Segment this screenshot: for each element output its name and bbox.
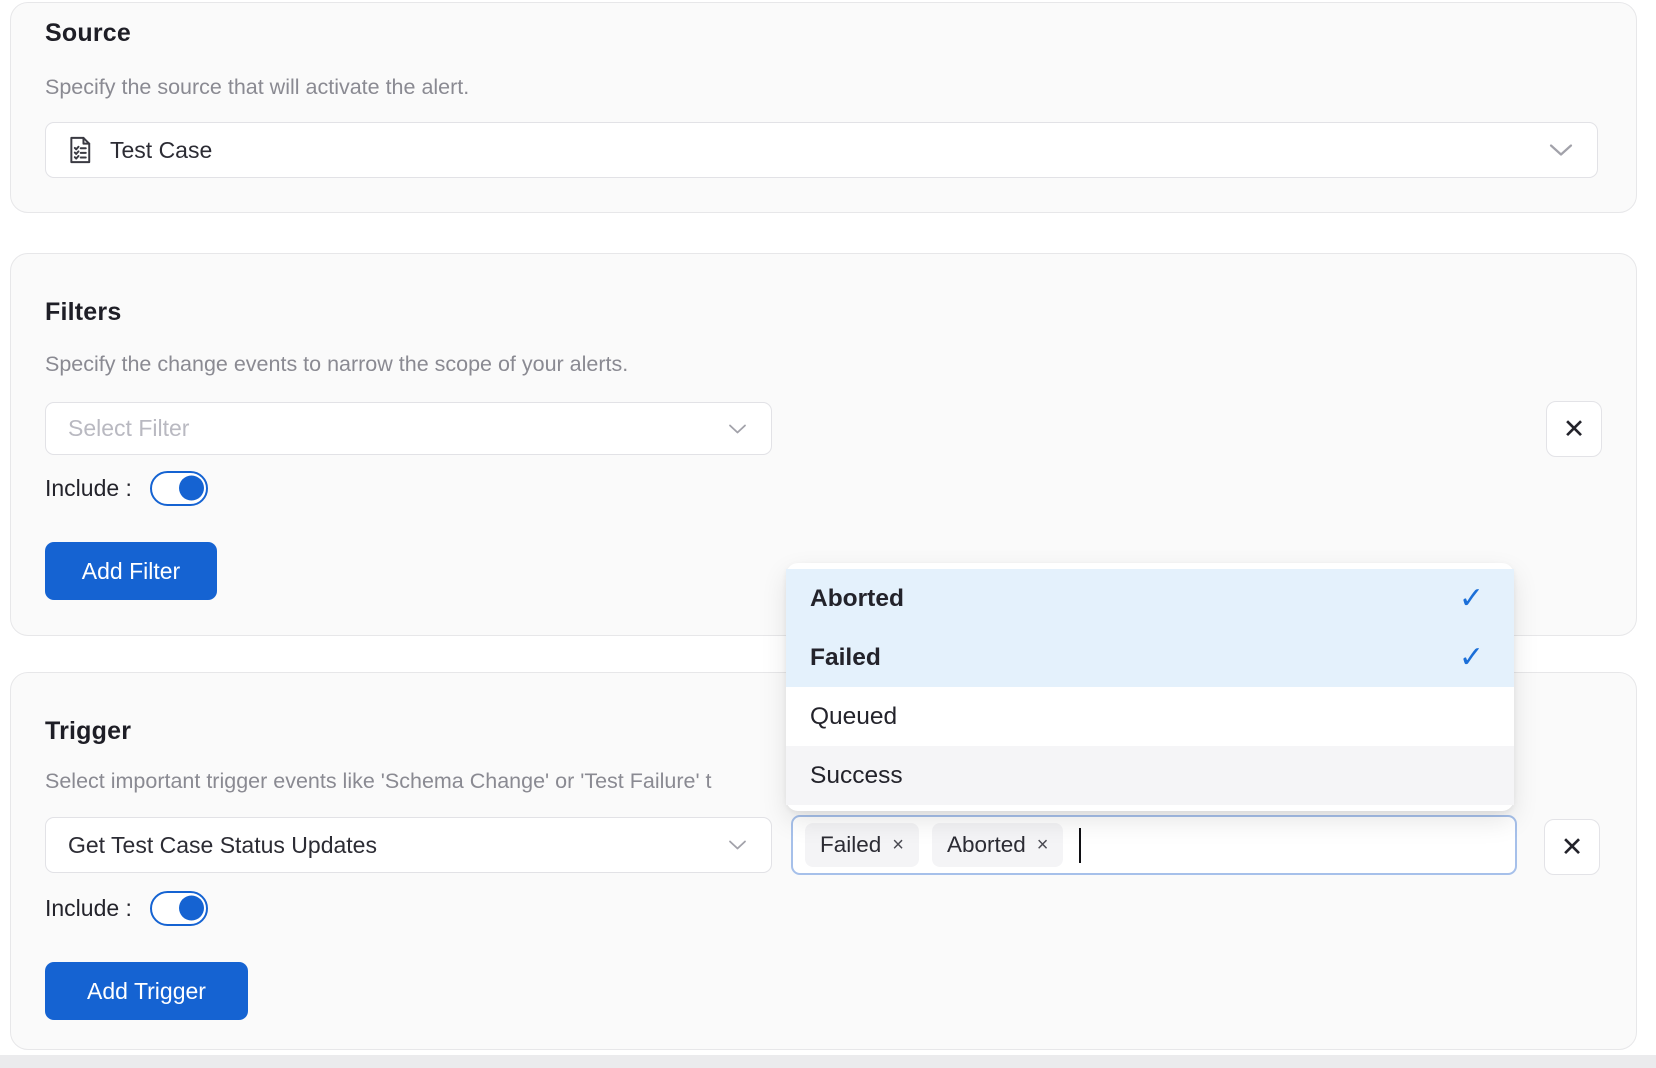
source-section-card: Source Specify the source that will acti… [10,2,1637,213]
option-label: Queued [810,703,897,731]
chevron-down-icon [728,840,747,851]
tag-label: Failed [820,832,881,858]
source-select[interactable]: Test Case [45,122,1598,178]
filter-include-toggle[interactable] [150,471,208,506]
filters-description: Specify the change events to narrow the … [45,352,628,377]
toggle-knob [179,476,204,501]
filter-include-row: Include : [45,469,208,507]
remove-trigger-button[interactable]: ✕ [1544,819,1600,875]
text-cursor [1079,828,1081,863]
option-label: Aborted [810,585,904,613]
dropdown-option-queued[interactable]: Queued [786,687,1514,746]
status-options-dropdown: Aborted ✓ Failed ✓ Queued Success [786,563,1514,811]
toggle-knob [179,896,204,921]
filter-select-placeholder: Select Filter [68,415,189,442]
source-description: Specify the source that will activate th… [45,75,469,100]
dropdown-option-failed[interactable]: Failed ✓ [786,628,1514,687]
trigger-description: Select important trigger events like 'Sc… [45,769,712,794]
add-trigger-button[interactable]: Add Trigger [45,962,248,1020]
trigger-include-toggle[interactable] [150,891,208,926]
check-icon: ✓ [1459,581,1484,616]
chevron-down-icon [1549,144,1573,157]
trigger-include-row: Include : [45,889,208,927]
remove-filter-button[interactable]: ✕ [1546,401,1602,457]
filters-title: Filters [45,298,121,327]
dropdown-option-aborted[interactable]: Aborted ✓ [786,569,1514,628]
source-select-value: Test Case [110,137,212,164]
tag-label: Aborted [947,832,1026,858]
source-title: Source [45,19,131,48]
remove-tag-icon[interactable]: × [1037,834,1049,857]
close-icon: ✕ [1563,414,1586,445]
add-filter-button[interactable]: Add Filter [45,542,217,600]
option-label: Failed [810,644,881,672]
test-case-document-icon [66,135,94,165]
filter-select[interactable]: Select Filter [45,402,772,455]
trigger-select-value: Get Test Case Status Updates [68,832,377,859]
close-icon: ✕ [1561,832,1584,863]
selected-tag-failed: Failed × [805,823,919,867]
check-icon: ✓ [1459,640,1484,675]
page-bottom-band [0,1055,1656,1068]
dropdown-option-success[interactable]: Success [786,746,1514,805]
trigger-select[interactable]: Get Test Case Status Updates [45,817,772,873]
include-label: Include : [45,895,132,922]
remove-tag-icon[interactable]: × [892,834,904,857]
option-label: Success [810,762,903,790]
selected-tag-aborted: Aborted × [932,823,1064,867]
include-label: Include : [45,475,132,502]
chevron-down-icon [728,423,747,434]
status-multiselect-input[interactable]: Failed × Aborted × [791,815,1517,875]
trigger-title: Trigger [45,717,131,746]
